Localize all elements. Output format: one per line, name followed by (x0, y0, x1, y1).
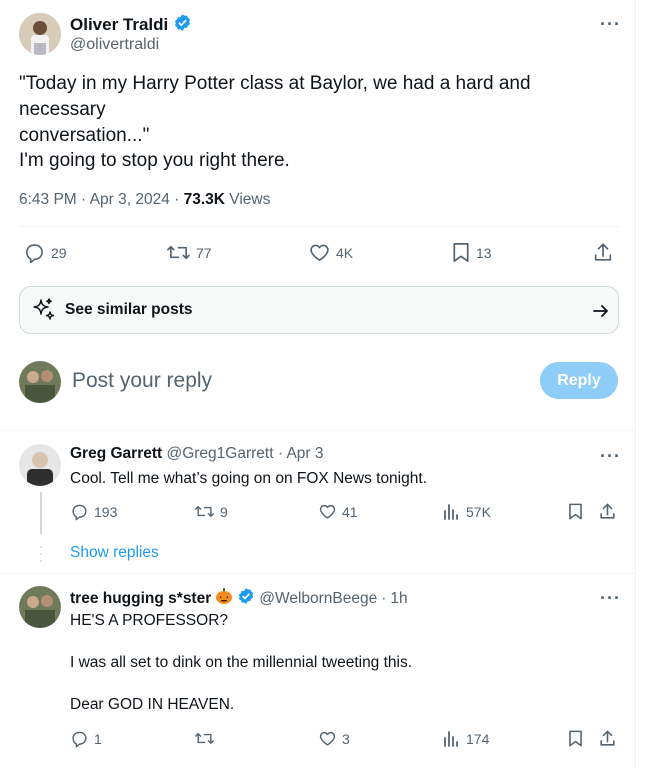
repost-icon (194, 502, 215, 521)
more-icon[interactable]: ··· (600, 588, 621, 609)
reply-avatar[interactable] (19, 586, 61, 628)
show-replies-link[interactable]: Show replies (70, 544, 159, 562)
analytics-icon (443, 502, 461, 521)
repost-action[interactable]: 9 (194, 502, 228, 521)
reply-text: HE'S A PROFESSOR? (70, 612, 229, 629)
reply-author-name[interactable]: tree hugging s*ster (70, 590, 211, 608)
reply-input[interactable]: Post your reply (72, 369, 212, 393)
share-icon[interactable] (598, 502, 617, 526)
views-action[interactable]: 174 (443, 729, 489, 748)
verified-badge-icon (173, 13, 192, 37)
repost-action[interactable] (194, 729, 220, 748)
more-icon[interactable]: ··· (600, 14, 621, 35)
views-count: 57K (466, 503, 491, 520)
reply-count: 29 (51, 244, 67, 261)
author-handle[interactable]: @olivertraldi (70, 36, 159, 54)
reply-author-handle[interactable]: @WelbornBeege (259, 590, 377, 608)
reply-text: Cool. Tell me what’s going on on FOX New… (70, 470, 427, 487)
bookmark-action[interactable]: 13 (451, 241, 492, 264)
repost-count: 77 (196, 244, 212, 261)
tweet-time[interactable]: 6:43 PM (19, 191, 77, 208)
more-icon[interactable]: ··· (600, 446, 621, 467)
author-avatar[interactable] (19, 13, 61, 55)
see-similar-posts[interactable]: See similar posts (19, 286, 619, 334)
views-action[interactable]: 57K (443, 502, 491, 521)
views-count: 73.3K (183, 191, 225, 208)
sparkle-icon (30, 297, 56, 328)
analytics-icon (443, 729, 461, 748)
reply-text: Dear GOD IN HEAVEN. (70, 696, 235, 713)
heart-icon (308, 241, 331, 264)
repost-count: 9 (220, 503, 228, 520)
like-count: 41 (342, 503, 358, 520)
repost-action[interactable]: 77 (166, 241, 212, 264)
verified-badge-icon (237, 587, 255, 610)
like-count: 4K (336, 244, 354, 261)
tweet-date[interactable]: Apr 3, 2024 (90, 191, 170, 208)
bookmark-count: 13 (476, 244, 492, 261)
repost-icon (166, 241, 191, 264)
reply-action[interactable]: 1 (70, 729, 102, 748)
reply-time[interactable]: 1h (390, 590, 407, 608)
reply-button[interactable]: Reply (540, 362, 618, 399)
author-name[interactable]: Oliver Traldi (70, 15, 168, 35)
reply-icon (23, 241, 46, 264)
share-icon[interactable] (598, 729, 617, 753)
like-action[interactable]: 3 (318, 729, 350, 748)
reply-author-handle[interactable]: @Greg1Garrett (166, 445, 273, 462)
reply-header: tree hugging s*ster @WelbornBeege · 1h (70, 587, 408, 610)
reply-avatar[interactable] (19, 444, 61, 486)
tweet-thread: Oliver Traldi @olivertraldi ··· "Today i… (0, 0, 636, 768)
see-similar-label: See similar posts (65, 301, 193, 318)
heart-icon (318, 729, 337, 748)
share-icon[interactable] (592, 241, 614, 264)
tweet-text-line: conversation..." (19, 125, 150, 146)
pumpkin-icon (215, 587, 233, 610)
tweet-text-line: I'm going to stop you right there. (19, 150, 290, 171)
heart-icon (318, 502, 337, 521)
reply-action[interactable]: 29 (23, 241, 67, 264)
like-action[interactable]: 4K (308, 241, 353, 264)
reply-count: 1 (94, 730, 102, 747)
reply-time[interactable]: Apr 3 (286, 445, 323, 462)
like-count: 3 (342, 730, 350, 747)
thread-line (40, 492, 42, 534)
reply-header: Greg Garrett @Greg1Garrett · Apr 3 (70, 445, 324, 462)
reply-icon (70, 729, 89, 748)
bookmark-icon[interactable] (567, 502, 584, 526)
repost-icon (194, 729, 215, 748)
user-avatar[interactable] (19, 361, 61, 403)
arrow-right-icon (592, 301, 610, 326)
bookmark-icon (451, 241, 471, 264)
reply-count: 193 (94, 503, 118, 520)
reply-action[interactable]: 193 (70, 502, 117, 521)
thread-dots (39, 544, 43, 564)
views-label: Views (229, 191, 271, 208)
reply-icon (70, 502, 89, 521)
tweet-text-line: "Today in my Harry Potter class at Baylo… (19, 73, 531, 120)
views-count: 174 (466, 730, 490, 747)
like-action[interactable]: 41 (318, 502, 358, 521)
bookmark-icon[interactable] (567, 729, 584, 753)
tweet-meta: 6:43 PM · Apr 3, 2024 · 73.3K Views (19, 191, 271, 208)
reply-author-name[interactable]: Greg Garrett (70, 445, 162, 462)
reply-text: I was all set to dink on the millennial … (70, 654, 413, 671)
